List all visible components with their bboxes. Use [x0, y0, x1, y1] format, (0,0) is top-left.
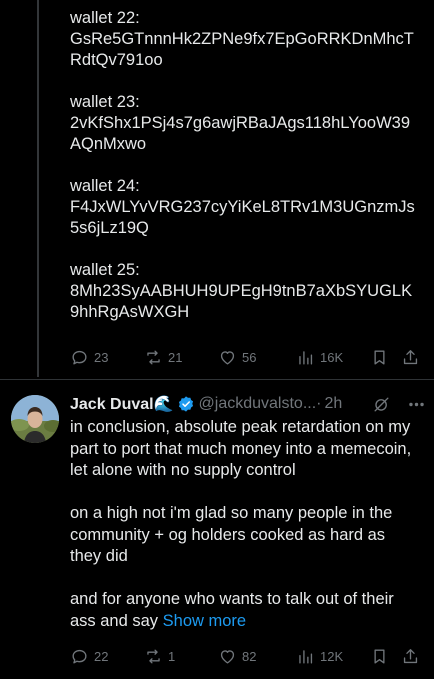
repost-icon — [147, 648, 160, 664]
reply-paragraph: and for anyone who wants to talk out of … — [70, 589, 416, 632]
reply-count: 22 — [94, 648, 109, 664]
wallet-label: wallet 25: — [70, 261, 140, 279]
verified-icon — [178, 396, 193, 412]
repost-count: 1 — [168, 648, 176, 664]
wallet-label: wallet 23: — [70, 93, 140, 111]
share-icon — [403, 648, 418, 663]
show-more-link[interactable]: Show more — [163, 612, 246, 630]
more-icon — [409, 402, 424, 406]
more-button[interactable] — [407, 392, 426, 416]
views-count: 16K — [320, 349, 344, 365]
like-button[interactable]: 56 — [218, 345, 256, 369]
views-icon — [299, 649, 313, 664]
header-actions — [372, 393, 426, 415]
reply-icon — [72, 350, 87, 365]
avatar[interactable] — [11, 395, 59, 443]
repost-button[interactable]: 1 — [144, 644, 175, 668]
tweet-divider — [0, 379, 434, 380]
like-count: 82 — [242, 648, 257, 664]
share-button[interactable] — [401, 345, 420, 369]
wallet-address: 2vKfShx1PSj4s7g6awjRBaJAgs118hLYooW39AQn… — [70, 114, 410, 153]
views-count: 12K — [320, 648, 344, 664]
wallet-entry: wallet 24: F4JxWLYvVRG237cyYiKeL8TRv1M3U… — [70, 176, 420, 239]
views-button[interactable]: 16K — [296, 345, 343, 369]
reply-button[interactable]: 22 — [70, 644, 108, 668]
grok-icon — [374, 396, 389, 412]
repost-count: 21 — [168, 349, 183, 365]
wallet-label: wallet 24: — [70, 177, 140, 195]
bookmark-icon — [374, 648, 385, 664]
wallet-address: GsRe5GTnnnHk2ZPNe9fx7EpGoRRKDnMhcTRdtQv7… — [70, 30, 414, 69]
like-icon — [220, 649, 235, 664]
post-time[interactable]: 2h — [324, 395, 342, 413]
views-icon — [299, 350, 313, 365]
tweet-action-bar: 23 21 56 16K — [70, 345, 422, 369]
bookmark-icon — [374, 349, 385, 365]
wallet-label: wallet 22: — [70, 9, 140, 27]
grok-button[interactable] — [372, 392, 391, 416]
reply-button[interactable]: 23 — [70, 345, 108, 369]
reply-paragraph: on a high not i'm glad so many people in… — [70, 504, 393, 565]
reply-icon — [72, 649, 87, 664]
wallet-list: wallet 22: GsRe5GTnnnHk2ZPNe9fx7EpGoRRKD… — [70, 8, 420, 344]
wallet-entry: wallet 23: 2vKfShx1PSj4s7g6awjRBaJAgs118… — [70, 92, 420, 155]
bookmark-button[interactable] — [370, 345, 389, 369]
reply-paragraph: in conclusion, absolute peak retardation… — [70, 418, 412, 479]
like-button[interactable]: 82 — [218, 644, 256, 668]
author-name[interactable]: Jack Duval🌊 — [70, 394, 174, 414]
like-count: 56 — [242, 349, 257, 365]
separator-dot: · — [316, 395, 322, 412]
bookmark-button[interactable] — [370, 644, 389, 668]
author-handle[interactable]: @jackduvalsto... — [199, 395, 317, 413]
repost-icon — [147, 349, 160, 365]
share-button[interactable] — [401, 644, 420, 668]
wallet-entry: wallet 25: 8Mh23SyAABHUH9UPEgH9tnB7aXbSY… — [70, 260, 420, 323]
reply-text: in conclusion, absolute peak retardation… — [70, 417, 416, 632]
wallet-address: F4JxWLYvVRG237cyYiKeL8TRv1M3UGnzmJs5s6jL… — [70, 198, 415, 237]
thread-connector-line — [37, 0, 39, 377]
reply-count: 23 — [94, 349, 109, 365]
share-icon — [403, 349, 418, 364]
wallet-address: 8Mh23SyAABHUH9UPEgH9tnB7aXbSYUGLK9hhRgAs… — [70, 282, 413, 321]
like-icon — [220, 350, 235, 365]
reply-header: Jack Duval🌊 @jackduvalsto... · 2h — [70, 393, 426, 415]
avatar-photo — [11, 395, 59, 443]
tweet-action-bar: 22 1 82 12K — [70, 644, 422, 668]
wallet-entry: wallet 22: GsRe5GTnnnHk2ZPNe9fx7EpGoRRKD… — [70, 8, 420, 71]
views-button[interactable]: 12K — [296, 644, 343, 668]
repost-button[interactable]: 21 — [144, 345, 182, 369]
